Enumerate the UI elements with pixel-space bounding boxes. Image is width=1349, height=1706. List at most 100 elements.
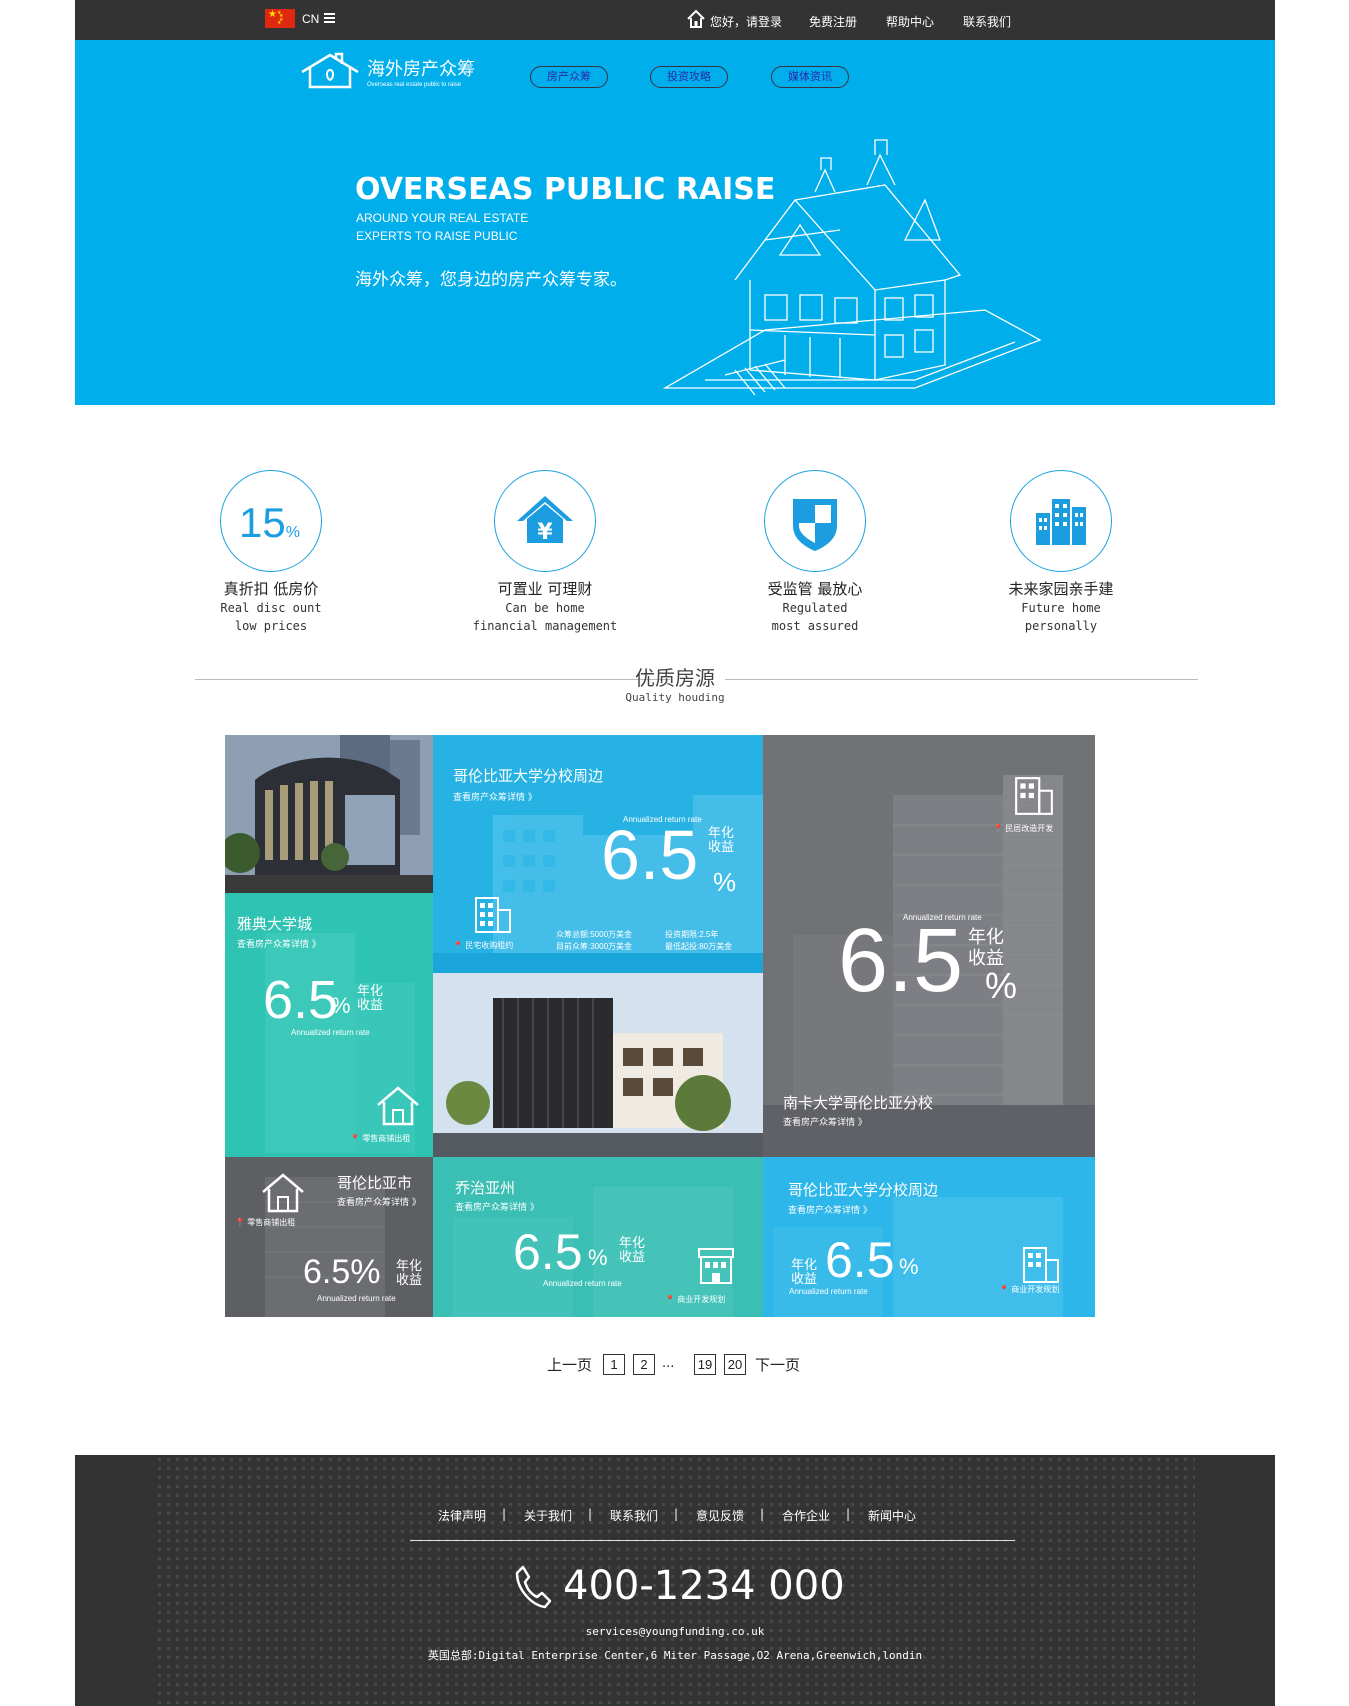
property-photo-glass-building[interactable]: [225, 735, 433, 893]
tile-title[interactable]: 哥伦比亚大学分校周边: [453, 765, 603, 786]
house-yuan-icon: ¥: [517, 496, 573, 545]
tile-title[interactable]: 哥伦比亚大学分校周边: [788, 1179, 938, 1200]
feature-title: 未来家园亲手建: [1008, 580, 1114, 598]
next-page-link[interactable]: 下一页: [755, 1354, 800, 1375]
page-2[interactable]: 2: [633, 1354, 655, 1375]
annual-yield-label: 年化 收益: [708, 826, 735, 855]
property-tile-columbia-university[interactable]: 哥伦比亚大学分校周边 查看房产众筹详情 》 Annualized return …: [433, 735, 763, 973]
property-tile-columbia-university-2[interactable]: 哥伦比亚大学分校周边 查看房产众筹详情 》 年化 收益 6.5 % Annual…: [763, 1157, 1095, 1317]
location-pin-icon: 📍: [235, 1218, 245, 1227]
logo-house-icon[interactable]: [300, 52, 364, 90]
footer-link-partners[interactable]: 合作企业: [782, 1507, 830, 1524]
return-rate-percent: %: [588, 1245, 608, 1270]
top-bar: ★ ★ ★ ★ ★ CN 您好，请登录 免费注册 帮助中心 联系我们: [75, 0, 1275, 40]
property-tile-georgia[interactable]: 乔治亚州 查看房产众筹详情 》 6.5 % 年化 收益 Annualized r…: [433, 1157, 763, 1317]
page-ellipsis: ...: [662, 1356, 675, 1371]
page-20[interactable]: 20: [724, 1354, 746, 1375]
footer-link-about[interactable]: 关于我们: [524, 1507, 572, 1524]
tile-detail-link[interactable]: 查看房产众筹详情 》: [455, 1200, 539, 1213]
footer-divider: [410, 1540, 1015, 1541]
language-label[interactable]: CN: [302, 12, 319, 26]
footer-separator: |: [760, 1507, 765, 1521]
footer-email[interactable]: services@youngfunding.co.uk: [75, 1625, 1275, 1638]
tile-title[interactable]: 南卡大学哥伦比亚分校: [783, 1092, 933, 1113]
tile-detail-link[interactable]: 查看房产众筹详情 》: [337, 1195, 421, 1208]
feature-en-line2: financial management: [472, 619, 618, 633]
annual-yield-label: 年化 收益: [396, 1259, 423, 1288]
login-link[interactable]: 您好，请登录: [710, 13, 782, 30]
location-pin-icon: 📍: [453, 941, 463, 950]
register-link[interactable]: 免费注册: [809, 13, 857, 30]
annualized-return-label: Annualized return rate: [291, 1028, 370, 1037]
feature-en-line1: Future home: [1021, 601, 1101, 615]
hero-subtitle-line1: AROUND YOUR REAL ESTATE: [356, 211, 529, 225]
hero-subtitle-line2: EXPERTS TO RAISE PUBLIC: [356, 229, 518, 243]
location-pin-icon: 📍: [350, 1134, 360, 1143]
discount-number: 15%: [239, 499, 300, 546]
home-finance-circle: ¥: [494, 470, 596, 572]
future-home-circle: [1010, 470, 1112, 572]
property-tag: 📍 商业开发规划: [665, 1295, 726, 1304]
svg-text:¥: ¥: [537, 520, 553, 545]
feature-discount: 15% 真折扣 低房价 Real disc ount low prices: [161, 470, 381, 635]
home-icon[interactable]: [686, 9, 706, 29]
return-rate: 6.5: [601, 816, 699, 894]
tile-detail-link[interactable]: 查看房产众筹详情 》: [453, 790, 537, 803]
property-tag: 📍 零售商铺出租: [235, 1218, 296, 1227]
help-link[interactable]: 帮助中心: [886, 13, 934, 30]
contact-link[interactable]: 联系我们: [963, 13, 1011, 30]
return-rate-percent: %: [331, 993, 351, 1018]
hero-banner: 海外房产众筹 Overseas real estate public to ra…: [75, 40, 1275, 405]
tile-detail-link[interactable]: 查看房产众筹详情 》: [783, 1115, 867, 1128]
feature-en-line2: most assured: [771, 619, 859, 633]
property-photo-modern-house[interactable]: [433, 973, 763, 1157]
page-1[interactable]: 1: [603, 1354, 625, 1375]
feature-en-line2: low prices: [234, 619, 308, 633]
tile-detail-link[interactable]: 查看房产众筹详情 》: [788, 1203, 872, 1216]
annual-yield-label: 年化 收益: [968, 927, 1004, 969]
footer: 法律声明 | 关于我们 | 联系我们 | 意见反馈 | 合作企业 | 新闻中心 …: [75, 1455, 1275, 1706]
feature-regulated: 受监管 最放心 Regulated most assured: [705, 470, 925, 635]
property-tile-athens[interactable]: 雅典大学城 查看房产众筹详情 》 6.5 % 年化 收益 Annualized …: [225, 893, 433, 1157]
logo-subtitle: Overseas real estate public to raise: [367, 82, 462, 88]
annual-yield-label: 年化 收益: [791, 1258, 818, 1287]
nav-media-news[interactable]: 媒体资讯: [771, 66, 849, 88]
footer-link-contact[interactable]: 联系我们: [610, 1507, 658, 1524]
tile-title[interactable]: 雅典大学城: [237, 913, 312, 934]
logo-text[interactable]: 海外房产众筹: [367, 55, 475, 81]
annualized-return-label: Annualized return rate: [317, 1294, 396, 1303]
total-raise: 众筹总额:5000万美金: [556, 930, 633, 939]
property-tile-south-carolina[interactable]: 📍 民居改造开发 Annualized return rate 6.5 % 年化…: [763, 735, 1095, 1157]
return-rate-percent: %: [899, 1254, 919, 1279]
tile-title[interactable]: 乔治亚州: [455, 1177, 515, 1198]
nav-crowdfunding[interactable]: 房产众筹: [530, 66, 608, 88]
wireframe-house-illustration: [662, 139, 1042, 396]
footer-link-feedback[interactable]: 意见反馈: [696, 1507, 744, 1524]
section-subtitle: Quality houding: [625, 691, 725, 704]
current-raise: 目前众筹:3000万美金: [556, 942, 633, 951]
return-rate: 6.5%: [303, 1253, 381, 1291]
china-flag-icon[interactable]: ★ ★ ★ ★ ★: [265, 9, 295, 28]
hotline-number: 400-1234 000: [563, 1563, 845, 1609]
prev-page-link[interactable]: 上一页: [547, 1354, 592, 1375]
return-rate: 6.5: [263, 970, 339, 1030]
footer-link-legal[interactable]: 法律声明: [438, 1507, 486, 1524]
menu-icon[interactable]: [324, 13, 335, 23]
location-pin-icon: 📍: [999, 1285, 1009, 1294]
footer-link-news[interactable]: 新闻中心: [868, 1507, 916, 1524]
feature-en-line1: Can be home: [505, 601, 585, 615]
tile-detail-link[interactable]: 查看房产众筹详情 》: [237, 937, 321, 950]
building-outline-icon: [1023, 1247, 1059, 1283]
house-outline-icon: [377, 1086, 419, 1126]
shop-outline-icon: [698, 1248, 734, 1284]
building-outline-icon: [1015, 777, 1053, 815]
buildings-icon: [1036, 499, 1086, 545]
page-19[interactable]: 19: [694, 1354, 716, 1375]
footer-separator: |: [588, 1507, 593, 1521]
property-tile-columbia-city[interactable]: 📍 零售商铺出租 哥伦比亚市 查看房产众筹详情 》 6.5% 年化 收益 Ann…: [225, 1157, 433, 1317]
feature-title: 受监管 最放心: [767, 580, 863, 598]
footer-address: 英国总部:Digital Enterprise Center,6 Miter P…: [427, 1649, 923, 1662]
nav-investment-guide[interactable]: 投资攻略: [650, 66, 728, 88]
annualized-return-label: Annualized return rate: [789, 1287, 868, 1296]
tile-title[interactable]: 哥伦比亚市: [337, 1172, 412, 1193]
